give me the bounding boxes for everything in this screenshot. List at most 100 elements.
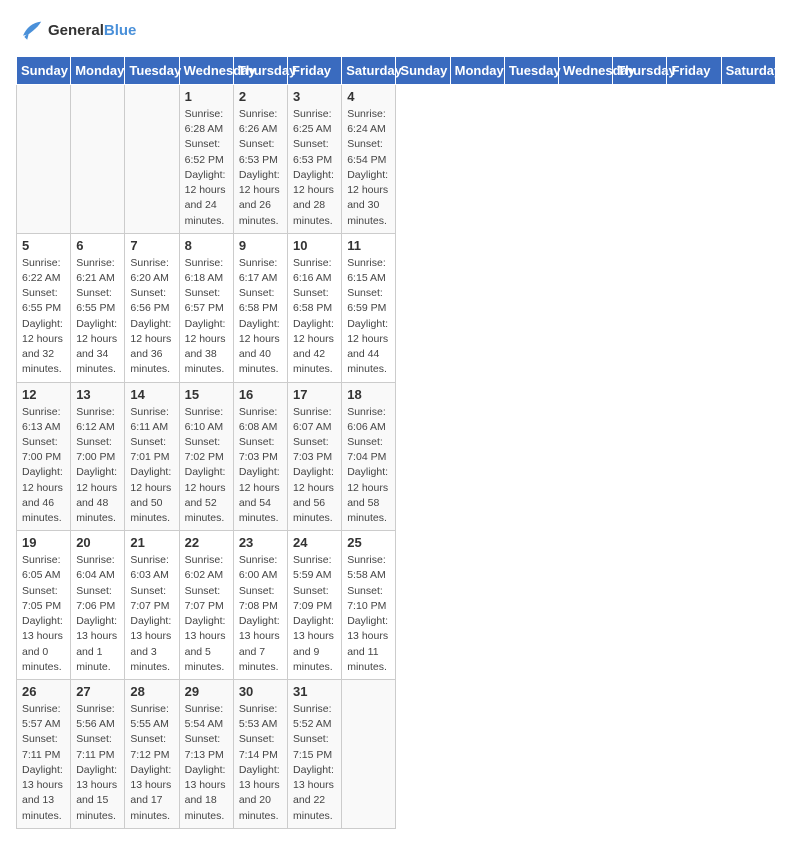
calendar-cell: 15 Sunrise: 6:10 AM Sunset: 7:02 PM Dayli… [179,382,233,531]
day-info: Sunrise: 6:05 AM Sunset: 7:05 PM Dayligh… [22,553,65,675]
day-number: 27 [76,684,119,699]
day-number: 13 [76,387,119,402]
day-number: 10 [293,238,336,253]
calendar-header-row: SundayMondayTuesdayWednesdayThursdayFrid… [17,57,776,85]
col-header-friday: Friday [288,57,342,85]
logo-text: GeneralBlue [48,22,136,39]
col-header-friday: Friday [667,57,721,85]
calendar-cell: 7Sunrise: 6:20 AM Sunset: 6:56 PM Daylig… [125,233,179,382]
col-header-wednesday: Wednesday [559,57,613,85]
day-info: Sunrise: 6:26 AM Sunset: 6:53 PM Dayligh… [239,107,282,229]
calendar-week-row: 26 Sunrise: 5:57 AM Sunset: 7:11 PM Dayli… [17,680,776,829]
calendar-cell: 23 Sunrise: 6:00 AM Sunset: 7:08 PM Dayli… [233,531,287,680]
header: GeneralBlue [16,16,776,44]
calendar-cell: 16 Sunrise: 6:08 AM Sunset: 7:03 PM Dayli… [233,382,287,531]
day-info: Sunrise: 6:20 AM Sunset: 6:56 PM Dayligh… [130,256,173,378]
calendar-table: SundayMondayTuesdayWednesdayThursdayFrid… [16,56,776,829]
day-number: 25 [347,535,390,550]
day-info: Sunrise: 5:54 AM Sunset: 7:13 PM Dayligh… [185,702,228,824]
calendar-cell: 14Sunrise: 6:11 AM Sunset: 7:01 PM Dayli… [125,382,179,531]
calendar-cell: 11Sunrise: 6:15 AM Sunset: 6:59 PM Dayli… [342,233,396,382]
col-header-monday: Monday [450,57,504,85]
day-info: Sunrise: 6:00 AM Sunset: 7:08 PM Dayligh… [239,553,282,675]
col-header-thursday: Thursday [233,57,287,85]
day-info: Sunrise: 6:12 AM Sunset: 7:00 PM Dayligh… [76,405,119,527]
day-info: Sunrise: 5:58 AM Sunset: 7:10 PM Dayligh… [347,553,390,675]
calendar-cell: 26 Sunrise: 5:57 AM Sunset: 7:11 PM Dayli… [17,680,71,829]
calendar-cell: 27Sunrise: 5:56 AM Sunset: 7:11 PM Dayli… [71,680,125,829]
day-info: Sunrise: 5:53 AM Sunset: 7:14 PM Dayligh… [239,702,282,824]
day-info: Sunrise: 5:55 AM Sunset: 7:12 PM Dayligh… [130,702,173,824]
col-header-sunday: Sunday [396,57,450,85]
col-header-wednesday: Wednesday [179,57,233,85]
calendar-cell: 25 Sunrise: 5:58 AM Sunset: 7:10 PM Dayli… [342,531,396,680]
day-number: 31 [293,684,336,699]
col-header-saturday: Saturday [342,57,396,85]
day-number: 4 [347,89,390,104]
calendar-cell: 10 Sunrise: 6:16 AM Sunset: 6:58 PM Dayli… [288,233,342,382]
calendar-cell [125,85,179,234]
day-info: Sunrise: 6:25 AM Sunset: 6:53 PM Dayligh… [293,107,336,229]
calendar-cell: 4 Sunrise: 6:24 AM Sunset: 6:54 PM Daylig… [342,85,396,234]
calendar-cell: 5Sunrise: 6:22 AM Sunset: 6:55 PM Daylig… [17,233,71,382]
day-info: Sunrise: 6:10 AM Sunset: 7:02 PM Dayligh… [185,405,228,527]
day-info: Sunrise: 6:06 AM Sunset: 7:04 PM Dayligh… [347,405,390,527]
day-info: Sunrise: 6:21 AM Sunset: 6:55 PM Dayligh… [76,256,119,378]
day-info: Sunrise: 6:28 AM Sunset: 6:52 PM Dayligh… [185,107,228,229]
logo: GeneralBlue [16,16,136,44]
day-info: Sunrise: 6:04 AM Sunset: 7:06 PM Dayligh… [76,553,119,675]
day-info: Sunrise: 5:59 AM Sunset: 7:09 PM Dayligh… [293,553,336,675]
day-number: 26 [22,684,65,699]
calendar-week-row: 19 Sunrise: 6:05 AM Sunset: 7:05 PM Dayli… [17,531,776,680]
calendar-cell: 2 Sunrise: 6:26 AM Sunset: 6:53 PM Daylig… [233,85,287,234]
calendar-week-row: 1 Sunrise: 6:28 AM Sunset: 6:52 PM Daylig… [17,85,776,234]
day-number: 30 [239,684,282,699]
day-info: Sunrise: 6:16 AM Sunset: 6:58 PM Dayligh… [293,256,336,378]
calendar-cell: 12Sunrise: 6:13 AM Sunset: 7:00 PM Dayli… [17,382,71,531]
calendar-cell: 8 Sunrise: 6:18 AM Sunset: 6:57 PM Daylig… [179,233,233,382]
calendar-cell: 24 Sunrise: 5:59 AM Sunset: 7:09 PM Dayli… [288,531,342,680]
col-header-monday: Monday [71,57,125,85]
calendar-cell: 21 Sunrise: 6:03 AM Sunset: 7:07 PM Dayli… [125,531,179,680]
calendar-week-row: 5Sunrise: 6:22 AM Sunset: 6:55 PM Daylig… [17,233,776,382]
day-number: 6 [76,238,119,253]
day-number: 8 [185,238,228,253]
day-number: 19 [22,535,65,550]
day-number: 18 [347,387,390,402]
day-info: Sunrise: 5:57 AM Sunset: 7:11 PM Dayligh… [22,702,65,824]
day-number: 9 [239,238,282,253]
day-info: Sunrise: 6:18 AM Sunset: 6:57 PM Dayligh… [185,256,228,378]
day-number: 21 [130,535,173,550]
day-number: 12 [22,387,65,402]
calendar-cell: 28 Sunrise: 5:55 AM Sunset: 7:12 PM Dayli… [125,680,179,829]
calendar-cell: 9Sunrise: 6:17 AM Sunset: 6:58 PM Daylig… [233,233,287,382]
col-header-saturday: Saturday [721,57,775,85]
day-info: Sunrise: 6:03 AM Sunset: 7:07 PM Dayligh… [130,553,173,675]
day-info: Sunrise: 6:11 AM Sunset: 7:01 PM Dayligh… [130,405,173,527]
calendar-cell: 31 Sunrise: 5:52 AM Sunset: 7:15 PM Dayli… [288,680,342,829]
day-number: 15 [185,387,228,402]
day-number: 2 [239,89,282,104]
calendar-cell: 3Sunrise: 6:25 AM Sunset: 6:53 PM Daylig… [288,85,342,234]
calendar-cell: 19 Sunrise: 6:05 AM Sunset: 7:05 PM Dayli… [17,531,71,680]
day-info: Sunrise: 6:08 AM Sunset: 7:03 PM Dayligh… [239,405,282,527]
calendar-cell: 13 Sunrise: 6:12 AM Sunset: 7:00 PM Dayli… [71,382,125,531]
col-header-sunday: Sunday [17,57,71,85]
day-number: 22 [185,535,228,550]
calendar-cell: 6 Sunrise: 6:21 AM Sunset: 6:55 PM Daylig… [71,233,125,382]
day-number: 24 [293,535,336,550]
day-number: 1 [185,89,228,104]
day-info: Sunrise: 6:22 AM Sunset: 6:55 PM Dayligh… [22,256,65,378]
day-number: 23 [239,535,282,550]
calendar-cell [71,85,125,234]
logo-icon [16,16,44,44]
calendar-cell: 29 Sunrise: 5:54 AM Sunset: 7:13 PM Dayli… [179,680,233,829]
day-info: Sunrise: 6:24 AM Sunset: 6:54 PM Dayligh… [347,107,390,229]
day-number: 29 [185,684,228,699]
day-number: 28 [130,684,173,699]
day-number: 16 [239,387,282,402]
day-info: Sunrise: 5:52 AM Sunset: 7:15 PM Dayligh… [293,702,336,824]
calendar-cell: 18 Sunrise: 6:06 AM Sunset: 7:04 PM Dayli… [342,382,396,531]
day-number: 20 [76,535,119,550]
day-number: 17 [293,387,336,402]
